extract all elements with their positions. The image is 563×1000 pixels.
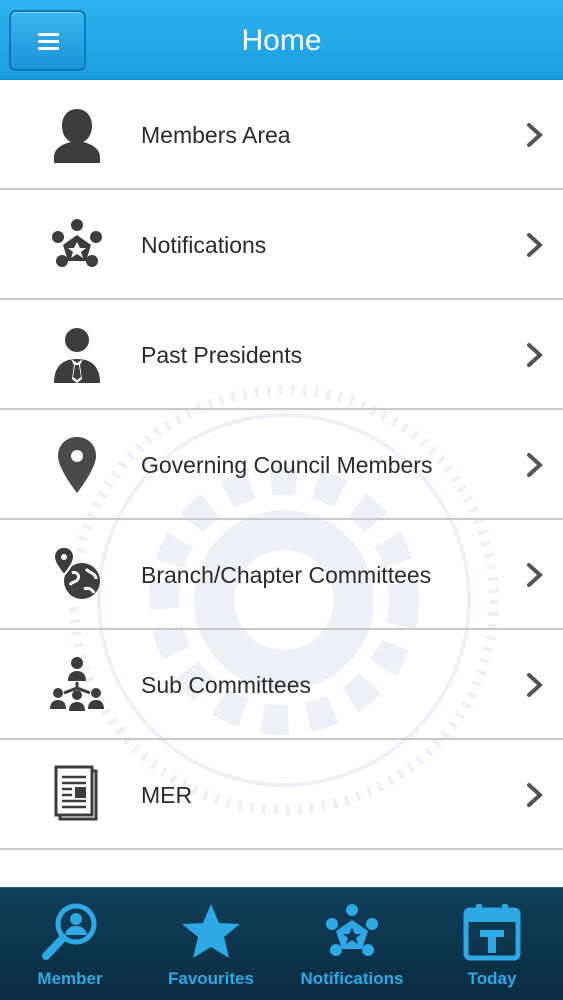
businessman-icon <box>54 328 100 383</box>
menu-row-label: Sub Committees <box>141 672 312 698</box>
tab-label: Favourites <box>168 969 254 988</box>
menu-button[interactable] <box>9 10 86 71</box>
tab-today[interactable]: Today <box>422 888 562 1000</box>
menu-row-branch-chapter[interactable]: Branch/Chapter Committees <box>0 520 563 630</box>
chevron-right-icon <box>527 343 543 367</box>
map-pin-icon <box>58 437 96 493</box>
chevron-right-icon <box>527 563 543 587</box>
top-bar: Home <box>0 0 563 80</box>
tab-label: Notifications <box>300 969 404 988</box>
org-chart-people-icon <box>50 657 104 711</box>
chevron-right-icon <box>527 673 543 697</box>
chevron-right-icon <box>527 123 543 147</box>
tab-notifications[interactable]: Notifications <box>282 888 422 1000</box>
calendar-today-icon <box>463 904 521 961</box>
chevron-right-icon <box>527 783 543 807</box>
tab-member[interactable]: Member <box>0 888 140 1000</box>
menu-row-label: Past Presidents <box>141 342 303 368</box>
tab-label: Today <box>467 969 517 988</box>
tab-label: Member <box>37 969 103 988</box>
menu-row-mer[interactable]: MER <box>0 740 563 850</box>
menu-row-notifications[interactable]: Notifications <box>0 190 563 300</box>
menu-row-label: Governing Council Members <box>141 452 433 478</box>
document-icon <box>54 765 98 821</box>
star-icon <box>182 904 240 958</box>
bottom-tab-bar: Member Favourites Notifications Today <box>0 887 563 1000</box>
menu-row-members-area[interactable]: Members Area <box>0 80 563 190</box>
network-people-icon <box>52 219 102 267</box>
chevron-right-icon <box>527 453 543 477</box>
home-menu-list: Members Area Notifications Past Presiden… <box>0 80 563 887</box>
menu-row-label: Notifications <box>141 232 267 258</box>
hamburger-icon <box>38 33 59 50</box>
tab-favourites[interactable]: Favourites <box>141 888 281 1000</box>
member-search-icon <box>42 903 97 960</box>
menu-row-label: Branch/Chapter Committees <box>141 562 432 588</box>
app-screen: Home Members Area Notifications Past Pre… <box>0 0 563 1000</box>
menu-row-governing-council[interactable]: Governing Council Members <box>0 410 563 520</box>
menu-row-label: Members Area <box>141 122 291 148</box>
globe-pin-icon <box>52 545 100 599</box>
network-people-icon <box>326 904 378 956</box>
menu-row-sub-committees[interactable]: Sub Committees <box>0 630 563 740</box>
menu-row-label: MER <box>141 782 193 808</box>
menu-row-past-presidents[interactable]: Past Presidents <box>0 300 563 410</box>
chevron-right-icon <box>527 233 543 257</box>
member-silhouette-icon <box>54 109 100 163</box>
